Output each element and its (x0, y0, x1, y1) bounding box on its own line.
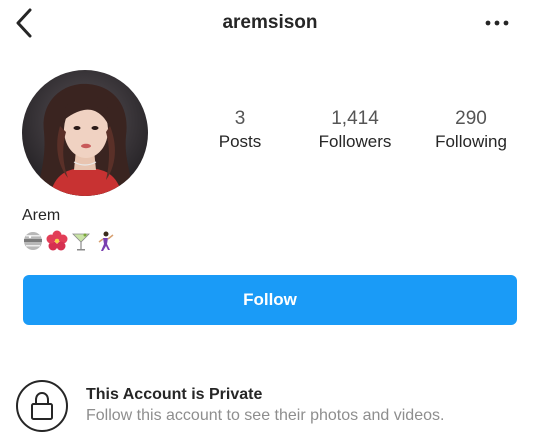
top-bar: aremsison (0, 0, 540, 50)
dancing-woman-emoji (98, 231, 114, 251)
profile-bio (22, 229, 116, 253)
posts-count[interactable]: 3 Posts (205, 108, 275, 153)
cocktail-glass-emoji (72, 233, 90, 251)
followers-count[interactable]: 1,414 Followers (310, 108, 400, 153)
private-account-subtitle: Follow this account to see their photos … (86, 407, 445, 424)
disco-ball-emoji (24, 232, 42, 250)
posts-label: Posts (218, 132, 262, 151)
profile-photo (22, 70, 148, 196)
follow-button[interactable]: Follow (23, 275, 517, 325)
following-count[interactable]: 290 Following (426, 108, 516, 153)
lock-icon (31, 391, 53, 420)
follow-button-label: Follow (243, 290, 297, 309)
profile-avatar[interactable] (22, 70, 148, 196)
following-value: 290 (455, 108, 487, 129)
posts-value: 3 (234, 108, 246, 129)
profile-username: aremsison (222, 12, 318, 33)
more-horizontal-icon (485, 20, 509, 26)
profile-name: Arem (22, 207, 61, 224)
followers-label: Followers (318, 132, 392, 151)
hibiscus-emoji (46, 230, 68, 251)
more-options-button[interactable] (482, 13, 512, 33)
following-label: Following (435, 132, 507, 151)
private-account-title: This Account is Private (86, 386, 263, 403)
followers-value: 1,414 (331, 108, 379, 129)
private-lock-badge (16, 380, 68, 432)
